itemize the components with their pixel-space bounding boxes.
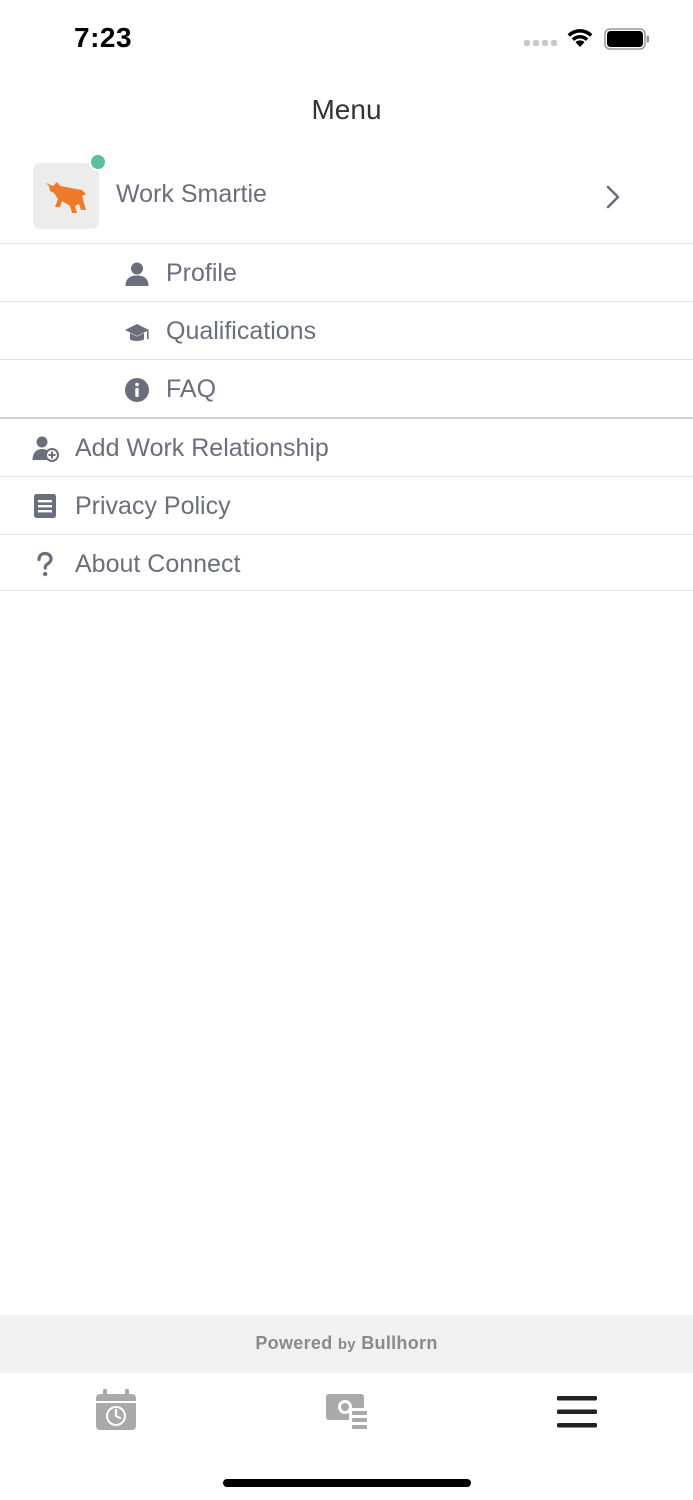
account-name: Work Smartie <box>116 180 267 208</box>
person-icon <box>125 262 149 286</box>
document-icon <box>34 494 56 518</box>
menu-item-label: About Connect <box>75 550 241 578</box>
menu-item-label: FAQ <box>166 375 217 403</box>
menu-item-privacy-policy[interactable]: Privacy Policy <box>0 477 693 535</box>
page-title: Menu <box>311 94 382 125</box>
menu-item-label: Profile <box>166 259 237 287</box>
cellular-signal-icon <box>524 40 557 46</box>
powered-prefix: Powered <box>255 1333 333 1353</box>
info-circle-icon <box>125 378 149 402</box>
menu-item-label: Add Work Relationship <box>75 434 329 462</box>
online-status-dot <box>89 153 107 171</box>
status-bar: 7:23 <box>0 0 693 80</box>
menu-item-add-work-relationship[interactable]: Add Work Relationship <box>0 419 693 477</box>
menu-item-profile[interactable]: Profile <box>0 244 693 302</box>
hamburger-menu-icon[interactable] <box>557 1395 597 1429</box>
powered-by-banner: Powered by Bullhorn <box>0 1315 693 1373</box>
add-user-icon <box>32 436 59 462</box>
battery-icon <box>604 28 649 50</box>
menu-item-faq[interactable]: FAQ <box>0 360 693 419</box>
powered-by-word: by <box>337 1336 356 1353</box>
powered-brand: Bullhorn <box>361 1333 438 1353</box>
bull-logo-icon <box>46 182 86 213</box>
question-mark-icon <box>37 551 53 577</box>
menu-item-qualifications[interactable]: Qualifications <box>0 302 693 360</box>
company-logo <box>33 163 99 229</box>
chevron-right-icon <box>606 185 620 209</box>
menu-item-about-connect[interactable]: About Connect <box>0 535 693 591</box>
calendar-clock-icon[interactable] <box>95 1389 137 1431</box>
home-indicator <box>223 1479 471 1487</box>
status-time: 7:23 <box>74 22 133 53</box>
graduation-cap-icon <box>125 324 149 341</box>
menu-item-label: Privacy Policy <box>75 492 231 520</box>
wifi-icon <box>567 29 593 47</box>
money-icon[interactable] <box>325 1392 369 1432</box>
menu-item-label: Qualifications <box>166 317 317 345</box>
